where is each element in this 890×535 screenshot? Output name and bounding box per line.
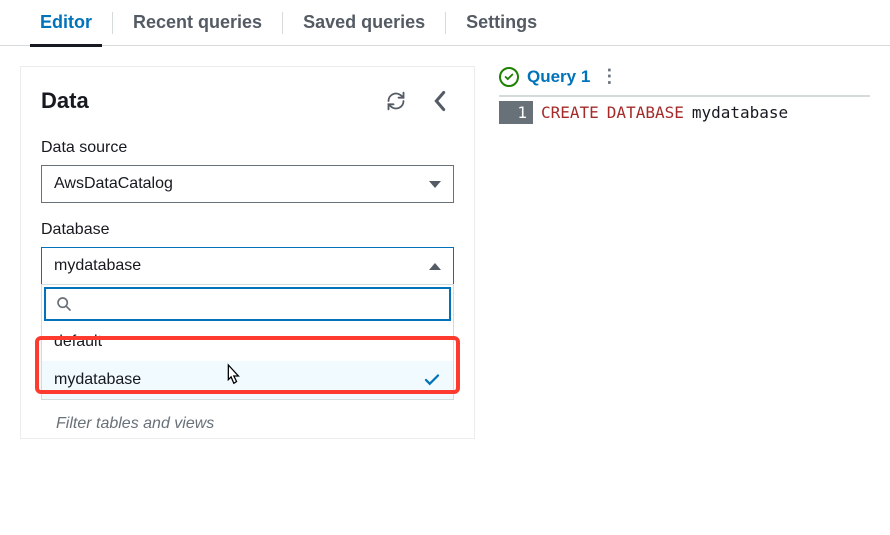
top-tab-bar: Editor Recent queries Saved queries Sett…	[0, 0, 890, 46]
data-source-value: AwsDataCatalog	[54, 175, 173, 193]
tab-saved-queries[interactable]: Saved queries	[283, 0, 445, 46]
caret-down-icon	[429, 181, 441, 188]
main-content: Data Data source AwsDataCatalog Database…	[0, 46, 890, 459]
database-option-default[interactable]: default	[42, 323, 453, 361]
data-panel-header: Data	[41, 87, 454, 115]
database-option-mydatabase[interactable]: mydatabase	[42, 361, 453, 399]
database-search-input[interactable]	[80, 295, 439, 313]
search-icon	[56, 296, 72, 312]
filter-tables-placeholder: Filter tables and views	[56, 415, 214, 433]
query-tab-bar: Query 1 ⋮	[499, 66, 870, 97]
database-value: mydatabase	[54, 257, 141, 275]
sql-keyword: DATABASE	[607, 103, 684, 122]
database-label: Database	[41, 221, 454, 239]
refresh-icon	[386, 91, 406, 111]
database-option-label: default	[54, 333, 102, 351]
line-gutter: 1	[499, 101, 533, 124]
sql-editor[interactable]: 1 CREATE DATABASE mydatabase	[499, 101, 870, 124]
line-number: 1	[517, 103, 527, 122]
caret-up-icon	[429, 263, 441, 270]
tab-settings[interactable]: Settings	[446, 0, 557, 46]
query-panel: Query 1 ⋮ 1 CREATE DATABASE mydatabase	[499, 66, 870, 124]
database-option-label: mydatabase	[54, 371, 141, 389]
data-panel-title: Data	[41, 88, 89, 114]
data-panel-actions	[382, 87, 454, 115]
chevron-left-icon	[433, 90, 447, 112]
database-dropdown: default mydatabase Filter tables and vie…	[41, 284, 454, 400]
refresh-button[interactable]	[382, 87, 410, 115]
data-panel: Data Data source AwsDataCatalog Database…	[20, 66, 475, 439]
tab-editor[interactable]: Editor	[20, 0, 112, 46]
sql-keyword: CREATE	[541, 103, 599, 122]
sql-line: CREATE DATABASE mydatabase	[533, 101, 796, 124]
database-search[interactable]	[44, 287, 451, 321]
sql-identifier: mydatabase	[692, 103, 788, 122]
data-source-select[interactable]: AwsDataCatalog	[41, 165, 454, 203]
query-tab-1[interactable]: Query 1	[499, 67, 590, 87]
collapse-button[interactable]	[426, 87, 454, 115]
query-tab-label: Query 1	[527, 67, 590, 87]
tab-recent-queries[interactable]: Recent queries	[113, 0, 282, 46]
success-status-icon	[499, 67, 519, 87]
data-source-label: Data source	[41, 139, 454, 157]
query-tab-menu-button[interactable]: ⋮	[600, 66, 618, 87]
check-icon	[423, 371, 441, 389]
data-source-field: Data source AwsDataCatalog	[41, 139, 454, 203]
database-field: Database mydatabase default mydatabase F…	[41, 221, 454, 400]
database-select[interactable]: mydatabase	[41, 247, 454, 285]
